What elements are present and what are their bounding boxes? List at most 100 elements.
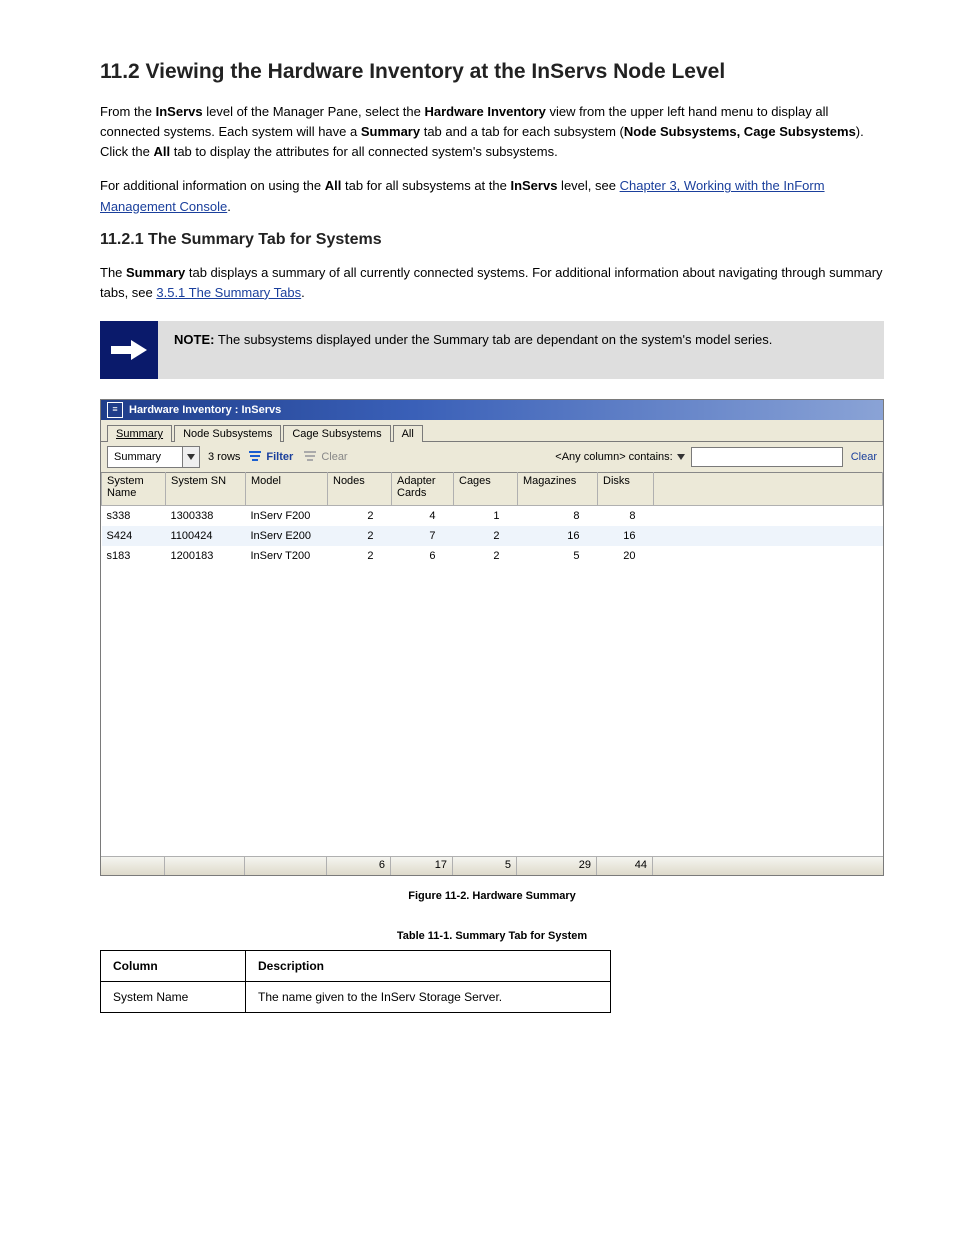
col-system-name[interactable]: System Name: [102, 472, 166, 505]
col-cages[interactable]: Cages: [454, 472, 518, 505]
cell-disks: 16: [598, 526, 654, 546]
text: .: [227, 199, 231, 214]
paragraph-all-tab-info: For additional information on using the …: [100, 176, 884, 216]
term-all: All: [325, 178, 342, 193]
cell-system-sn: 1100424: [166, 526, 246, 546]
table-row[interactable]: s183 1200183 InServ T200 2 6 2 5 20: [102, 546, 883, 566]
col-model[interactable]: Model: [246, 472, 328, 505]
total-cages: 5: [453, 857, 517, 875]
note-box: NOTE: The subsystems displayed under the…: [100, 321, 884, 379]
cell-disks: 20: [598, 546, 654, 566]
cell-mags: 5: [518, 546, 598, 566]
cell-adapter: 6: [392, 546, 454, 566]
def-col-description: Description: [246, 950, 611, 981]
cell-cages: 2: [454, 526, 518, 546]
tab-summary[interactable]: Summary: [107, 425, 172, 442]
inventory-table: System Name System SN Model Nodes Adapte…: [101, 472, 883, 566]
cell-mags: 8: [518, 505, 598, 526]
window-titlebar: ≡ Hardware Inventory : InServs: [101, 400, 883, 420]
clear-filter-button[interactable]: Clear: [303, 451, 347, 463]
cell-model: InServ E200: [246, 526, 328, 546]
grid-wrap: System Name System SN Model Nodes Adapte…: [101, 472, 883, 856]
text: tab for all subsystems at the: [341, 178, 510, 193]
total-adapter: 17: [391, 857, 453, 875]
term-inservs: InServs: [510, 178, 557, 193]
def-cell-description: The name given to the InServ Storage Ser…: [246, 981, 611, 1012]
tabs-row: Summary Node Subsystems Cage Subsystems …: [101, 420, 883, 442]
cell-adapter: 4: [392, 505, 454, 526]
col-disks[interactable]: Disks: [598, 472, 654, 505]
cell-system-name: S424: [102, 526, 166, 546]
text: level of the Manager Pane, select the: [203, 104, 425, 119]
view-selector[interactable]: Summary: [107, 446, 200, 468]
cell-nodes: 2: [328, 526, 392, 546]
term-summary: Summary: [126, 265, 185, 280]
cell-system-name: s183: [102, 546, 166, 566]
table-row[interactable]: s338 1300338 InServ F200 2 4 1 8 8: [102, 505, 883, 526]
filter-button[interactable]: Filter: [248, 451, 293, 463]
clear-filter-icon: [303, 451, 317, 463]
text: For additional information on using the: [100, 178, 325, 193]
def-cell-column: System Name: [101, 981, 246, 1012]
tab-all[interactable]: All: [393, 425, 423, 442]
tab-node-subsystems[interactable]: Node Subsystems: [174, 425, 281, 442]
total-empty: [653, 857, 883, 875]
col-nodes[interactable]: Nodes: [328, 472, 392, 505]
clear-filter-button-label: Clear: [321, 451, 347, 463]
paragraph-intro: From the InServs level of the Manager Pa…: [100, 102, 884, 162]
cell-cages: 2: [454, 546, 518, 566]
filter-button-label: Filter: [266, 451, 293, 463]
link-summary-tabs[interactable]: 3.5.1 The Summary Tabs: [156, 285, 301, 300]
table-row[interactable]: S424 1100424 InServ E200 2 7 2 16 16: [102, 526, 883, 546]
column-filter-input[interactable]: [691, 447, 843, 467]
text: tab to display the attributes for all co…: [170, 144, 558, 159]
note-body: The subsystems displayed under the Summa…: [214, 332, 772, 347]
cell-mags: 16: [518, 526, 598, 546]
def-table-row: System Name The name given to the InServ…: [101, 981, 611, 1012]
cell-adapter: 7: [392, 526, 454, 546]
row-count-label: 3 rows: [208, 451, 240, 463]
column-filter-dropdown[interactable]: [677, 454, 685, 460]
col-adapter-cards[interactable]: Adapter Cards: [392, 472, 454, 505]
text: From the: [100, 104, 156, 119]
term-all: All: [153, 144, 170, 159]
note-label: NOTE:: [174, 332, 214, 347]
def-col-column: Column: [101, 950, 246, 981]
window-icon: ≡: [107, 402, 123, 418]
term-summary: Summary: [361, 124, 420, 139]
cell-nodes: 2: [328, 546, 392, 566]
section-heading-summary-tab: 11.2.1 The Summary Tab for Systems: [100, 231, 884, 249]
figure-caption: Figure 11-2. Hardware Summary: [100, 890, 884, 902]
arrow-right-icon: [100, 321, 158, 379]
total-empty: [245, 857, 327, 875]
tab-cage-subsystems[interactable]: Cage Subsystems: [283, 425, 390, 442]
chevron-down-icon[interactable]: [182, 447, 199, 467]
cell-system-sn: 1200183: [166, 546, 246, 566]
definition-table: Column Description System Name The name …: [100, 950, 611, 1013]
totals-row: 6 17 5 29 44: [101, 856, 883, 875]
column-filter-label: <Any column> contains:: [555, 451, 672, 463]
col-magazines[interactable]: Magazines: [518, 472, 598, 505]
window-title: Hardware Inventory : InServs: [129, 404, 281, 416]
total-empty: [165, 857, 245, 875]
table-caption: Table 11-1. Summary Tab for System: [100, 930, 884, 942]
cell-model: InServ T200: [246, 546, 328, 566]
term-inservs: InServs: [156, 104, 203, 119]
paragraph-summary-tab: The Summary tab displays a summary of al…: [100, 263, 884, 303]
col-system-sn[interactable]: System SN: [166, 472, 246, 505]
toolbar: Summary 3 rows Filter Clear <Any column>…: [101, 442, 883, 472]
cell-disks: 8: [598, 505, 654, 526]
cell-system-sn: 1300338: [166, 505, 246, 526]
table-header-row: System Name System SN Model Nodes Adapte…: [102, 472, 883, 505]
total-empty: [101, 857, 165, 875]
term-subsystems-list: Node Subsystems, Cage Subsystems: [624, 124, 856, 139]
total-nodes: 6: [327, 857, 391, 875]
clear-search-link[interactable]: Clear: [851, 451, 877, 463]
text: .: [301, 285, 305, 300]
text: tab and a tab for each subsystem (: [420, 124, 624, 139]
text: level, see: [557, 178, 619, 193]
col-empty: [654, 472, 883, 505]
def-table-header-row: Column Description: [101, 950, 611, 981]
page-title: 11.2 Viewing the Hardware Inventory at t…: [100, 60, 884, 84]
total-disks: 44: [597, 857, 653, 875]
